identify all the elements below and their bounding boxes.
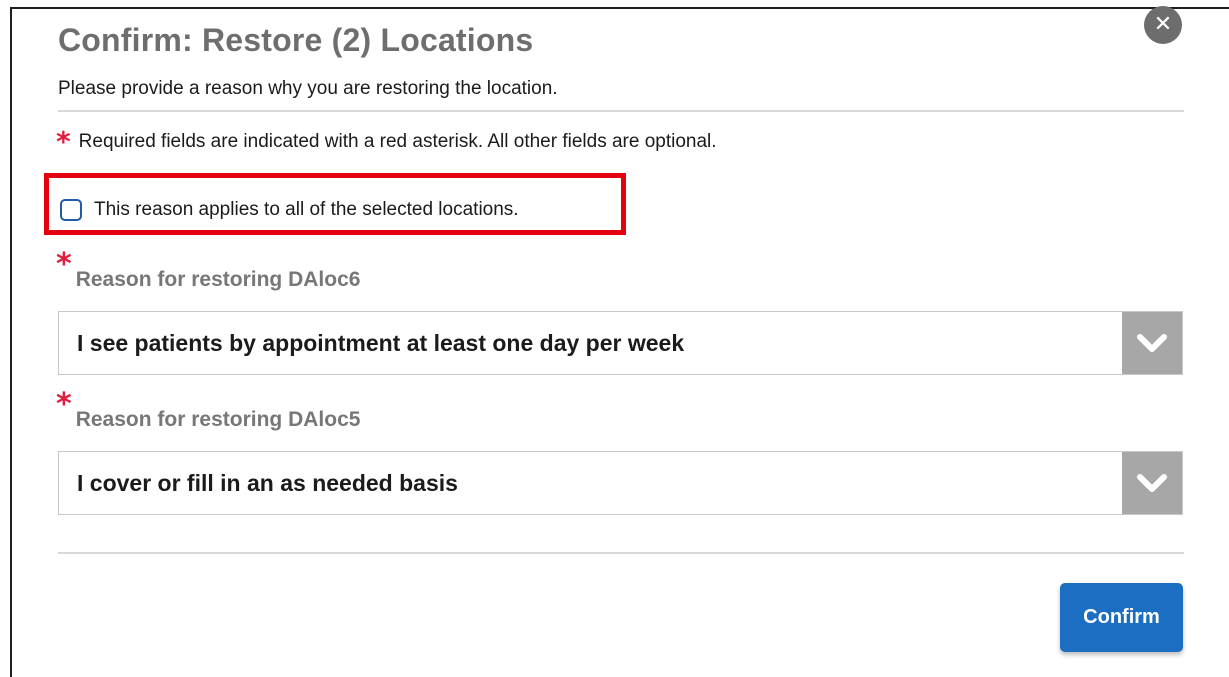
- apply-all-checkbox[interactable]: [60, 199, 82, 221]
- chevron-down-icon[interactable]: [1122, 452, 1182, 514]
- divider: [58, 552, 1184, 554]
- reason-select-value[interactable]: I cover or fill in an as needed basis: [59, 470, 1122, 497]
- reason-label-daloc5: * Reason for restoring DAloc5: [56, 390, 361, 432]
- apply-all-row[interactable]: This reason applies to all of the select…: [60, 199, 519, 221]
- required-note-text: Required fields are indicated with a red…: [78, 131, 717, 152]
- divider: [58, 110, 1184, 112]
- close-icon[interactable]: ✕: [1144, 6, 1182, 44]
- reason-label-text: Reason for restoring DAloc6: [75, 268, 361, 291]
- required-asterisk: *: [56, 125, 71, 158]
- confirm-button[interactable]: Confirm: [1060, 583, 1183, 652]
- dialog-frame-left: [10, 7, 12, 677]
- dialog-frame-top: [10, 7, 1229, 9]
- required-asterisk: *: [56, 247, 72, 282]
- reason-select-daloc5[interactable]: I cover or fill in an as needed basis: [58, 451, 1183, 515]
- reason-label-daloc6: * Reason for restoring DAloc6: [56, 250, 361, 292]
- dialog-title: Confirm: Restore (2) Locations: [58, 22, 534, 58]
- reason-select-value[interactable]: I see patients by appointment at least o…: [59, 330, 1122, 357]
- required-note: * Required fields are indicated with a r…: [56, 128, 717, 156]
- dialog-intro: Please provide a reason why you are rest…: [58, 78, 558, 99]
- reason-label-text: Reason for restoring DAloc5: [75, 408, 361, 431]
- reason-select-daloc6[interactable]: I see patients by appointment at least o…: [58, 311, 1183, 375]
- required-asterisk: *: [56, 387, 72, 422]
- chevron-down-icon[interactable]: [1122, 312, 1182, 374]
- apply-all-label[interactable]: This reason applies to all of the select…: [94, 199, 519, 221]
